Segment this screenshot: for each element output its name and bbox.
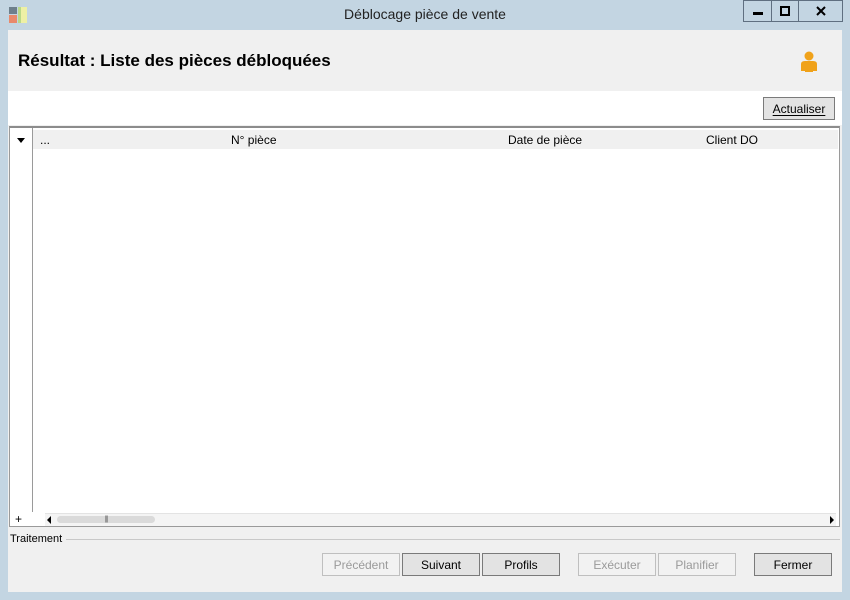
maximize-button[interactable]	[771, 0, 799, 22]
group-divider	[66, 539, 840, 540]
column-header-piece-number[interactable]: N° pièce	[231, 133, 277, 147]
page-title: Résultat : Liste des pièces débloquées	[18, 51, 331, 70]
minimize-button[interactable]	[743, 0, 772, 22]
close-window-button[interactable]	[798, 0, 843, 22]
refresh-button[interactable]: Actualiser	[763, 97, 835, 120]
profiles-button[interactable]: Profils	[482, 553, 560, 576]
schedule-button[interactable]: Planifier	[658, 553, 736, 576]
schedule-button-label: Planifier	[675, 557, 719, 572]
close-icon	[815, 6, 826, 16]
group-label-traitement: Traitement	[10, 533, 63, 545]
next-button-label: Suivant	[420, 557, 462, 572]
dropdown-arrow-icon[interactable]	[17, 138, 25, 143]
column-header-options[interactable]: ...	[40, 133, 50, 147]
results-grid[interactable]: ... N° pièce Date de pièce Client DO + |…	[9, 126, 840, 527]
window-title: Déblocage pièce de vente	[344, 6, 506, 22]
close-button-label: Fermer	[773, 557, 813, 572]
client-area: Résultat : Liste des pièces débloquées A…	[8, 30, 842, 592]
grid-row-selector[interactable]	[10, 128, 33, 526]
scroll-thumb[interactable]: |||	[57, 516, 155, 523]
close-button[interactable]: Fermer	[754, 553, 832, 576]
scroll-left-icon[interactable]	[47, 516, 51, 524]
previous-button-label: Précédent	[333, 557, 389, 572]
next-button[interactable]: Suivant	[402, 553, 480, 576]
profiles-button-label: Profils	[504, 557, 538, 572]
horizontal-scrollbar[interactable]: |||	[45, 513, 836, 526]
previous-button[interactable]: Précédent	[322, 553, 400, 576]
execute-button[interactable]: Exécuter	[578, 553, 656, 576]
title-bar[interactable]: Déblocage pièce de vente	[0, 0, 850, 30]
grid-header: ... N° pièce Date de pièce Client DO	[33, 130, 838, 149]
maximize-icon	[780, 6, 790, 16]
column-header-client[interactable]: Client DO	[706, 133, 758, 147]
scroll-right-icon[interactable]	[830, 516, 834, 524]
column-header-piece-date[interactable]: Date de pièce	[508, 133, 582, 147]
app-window: Déblocage pièce de vente Résultat : List…	[0, 0, 850, 600]
minimize-icon	[752, 12, 763, 15]
grid-toolbar	[8, 91, 842, 125]
execute-button-label: Exécuter	[593, 557, 641, 572]
user-icon[interactable]	[800, 51, 818, 73]
result-header: Résultat : Liste des pièces débloquées	[8, 30, 842, 91]
grid-footer: + |||	[10, 512, 839, 526]
refresh-button-label: Actualiser	[772, 101, 826, 116]
add-row-button[interactable]: +	[15, 512, 22, 526]
